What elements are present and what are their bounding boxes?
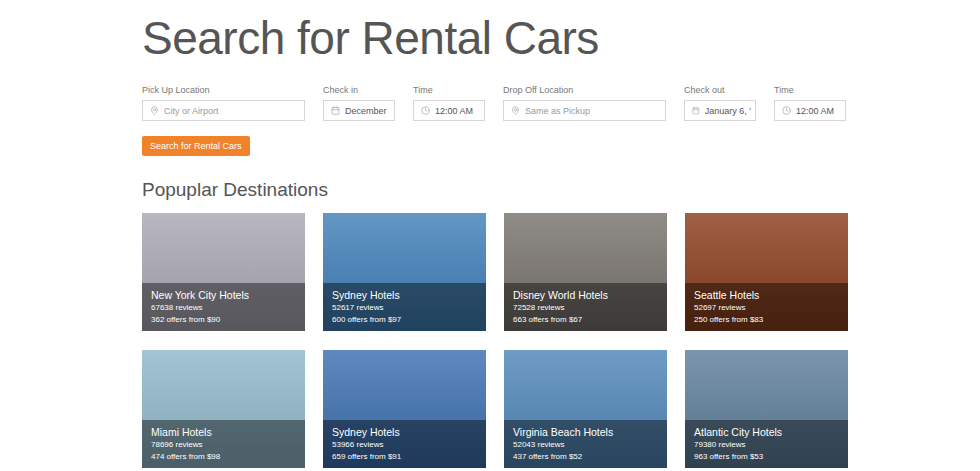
input-text: 12:00 AM	[796, 105, 834, 117]
form-field: Pick Up Location City or Airport	[142, 84, 305, 121]
destination-card[interactable]: Miami Hotels78696 reviews474 offers from…	[142, 350, 305, 468]
calendar-icon	[692, 106, 700, 115]
field-label: Time	[413, 84, 485, 96]
clock-icon	[421, 106, 430, 115]
field-label: Pick Up Location	[142, 84, 305, 96]
destination-card[interactable]: Sydney Hotels52617 reviews600 offers fro…	[323, 213, 486, 331]
field-label: Check out	[684, 84, 756, 96]
destination-offers: 600 offers from $97	[332, 314, 477, 326]
form-field: Check out January 6, '	[684, 84, 756, 121]
destination-offers: 250 offers from $83	[694, 314, 839, 326]
input-text: City or Airport	[164, 105, 219, 117]
destination-name: Sydney Hotels	[332, 288, 477, 302]
destination-name: Seattle Hotels	[694, 288, 839, 302]
field-label: Check in	[323, 84, 395, 96]
destination-reviews: 52043 reviews	[513, 439, 658, 451]
card-caption: Disney World Hotels72528 reviews663 offe…	[504, 283, 667, 331]
form-field: Time 12:00 AM	[774, 84, 846, 121]
destination-reviews: 52697 reviews	[694, 302, 839, 314]
input-text: Same as Pickup	[525, 105, 590, 117]
map-pin-icon	[511, 106, 520, 115]
location-input[interactable]: City or Airport	[142, 100, 305, 121]
card-caption: Atlantic City Hotels79380 reviews963 off…	[685, 420, 848, 468]
field-label: Time	[774, 84, 846, 96]
destination-card[interactable]: Virginia Beach Hotels52043 reviews437 of…	[504, 350, 667, 468]
card-caption: Sydney Hotels52617 reviews600 offers fro…	[323, 283, 486, 331]
destination-reviews: 78696 reviews	[151, 439, 296, 451]
content: Search for Rental Cars Pick Up Location Ci…	[142, 12, 848, 468]
destination-offers: 963 offers from $53	[694, 451, 839, 463]
destination-name: Virginia Beach Hotels	[513, 425, 658, 439]
destination-reviews: 52617 reviews	[332, 302, 477, 314]
destination-card[interactable]: Disney World Hotels72528 reviews663 offe…	[504, 213, 667, 331]
field-label: Drop Off Location	[503, 84, 666, 96]
form-field: Check in December	[323, 84, 395, 121]
time-input[interactable]: 12:00 AM	[413, 100, 485, 121]
destination-card[interactable]: New York City Hotels67638 reviews362 off…	[142, 213, 305, 331]
section-title: Popuplar Destinations	[142, 177, 848, 203]
search-button[interactable]: Search for Rental Cars	[142, 136, 250, 156]
destination-reviews: 67638 reviews	[151, 302, 296, 314]
calendar-icon	[331, 106, 340, 115]
destination-card[interactable]: Sydney Hotels53966 reviews659 offers fro…	[323, 350, 486, 468]
card-caption: Virginia Beach Hotels52043 reviews437 of…	[504, 420, 667, 468]
time-input[interactable]: 12:00 AM	[774, 100, 846, 121]
input-text: January 6, '	[705, 105, 751, 117]
destination-reviews: 72528 reviews	[513, 302, 658, 314]
destination-card[interactable]: Seattle Hotels52697 reviews250 offers fr…	[685, 213, 848, 331]
location-input[interactable]: Same as Pickup	[503, 100, 666, 121]
destination-name: Atlantic City Hotels	[694, 425, 839, 439]
destination-reviews: 79380 reviews	[694, 439, 839, 451]
card-caption: Miami Hotels78696 reviews474 offers from…	[142, 420, 305, 468]
clock-icon	[782, 106, 791, 115]
input-text: December	[345, 105, 387, 117]
destination-card[interactable]: Atlantic City Hotels79380 reviews963 off…	[685, 350, 848, 468]
input-text: 12:00 AM	[435, 105, 473, 117]
map-pin-icon	[150, 106, 159, 115]
destination-name: Miami Hotels	[151, 425, 296, 439]
date-input[interactable]: December	[323, 100, 395, 121]
card-caption: Seattle Hotels52697 reviews250 offers fr…	[685, 283, 848, 331]
card-caption: New York City Hotels67638 reviews362 off…	[142, 283, 305, 331]
form-field: Drop Off Location Same as Pickup	[503, 84, 666, 121]
destination-name: New York City Hotels	[151, 288, 296, 302]
destination-grid: New York City Hotels67638 reviews362 off…	[142, 213, 848, 468]
destination-offers: 659 offers from $91	[332, 451, 477, 463]
search-form: Pick Up Location City or Airport Check in D…	[142, 84, 848, 121]
card-caption: Sydney Hotels53966 reviews659 offers fro…	[323, 420, 486, 468]
page: Search for Rental Cars Pick Up Location Ci…	[0, 0, 980, 471]
destination-offers: 663 offers from $67	[513, 314, 658, 326]
destination-reviews: 53966 reviews	[332, 439, 477, 451]
date-input[interactable]: January 6, '	[684, 100, 756, 121]
destination-offers: 437 offers from $52	[513, 451, 658, 463]
destination-offers: 474 offers from $98	[151, 451, 296, 463]
page-title: Search for Rental Cars	[142, 12, 848, 64]
destination-name: Disney World Hotels	[513, 288, 658, 302]
destination-name: Sydney Hotels	[332, 425, 477, 439]
destination-offers: 362 offers from $90	[151, 314, 296, 326]
form-field: Time 12:00 AM	[413, 84, 485, 121]
